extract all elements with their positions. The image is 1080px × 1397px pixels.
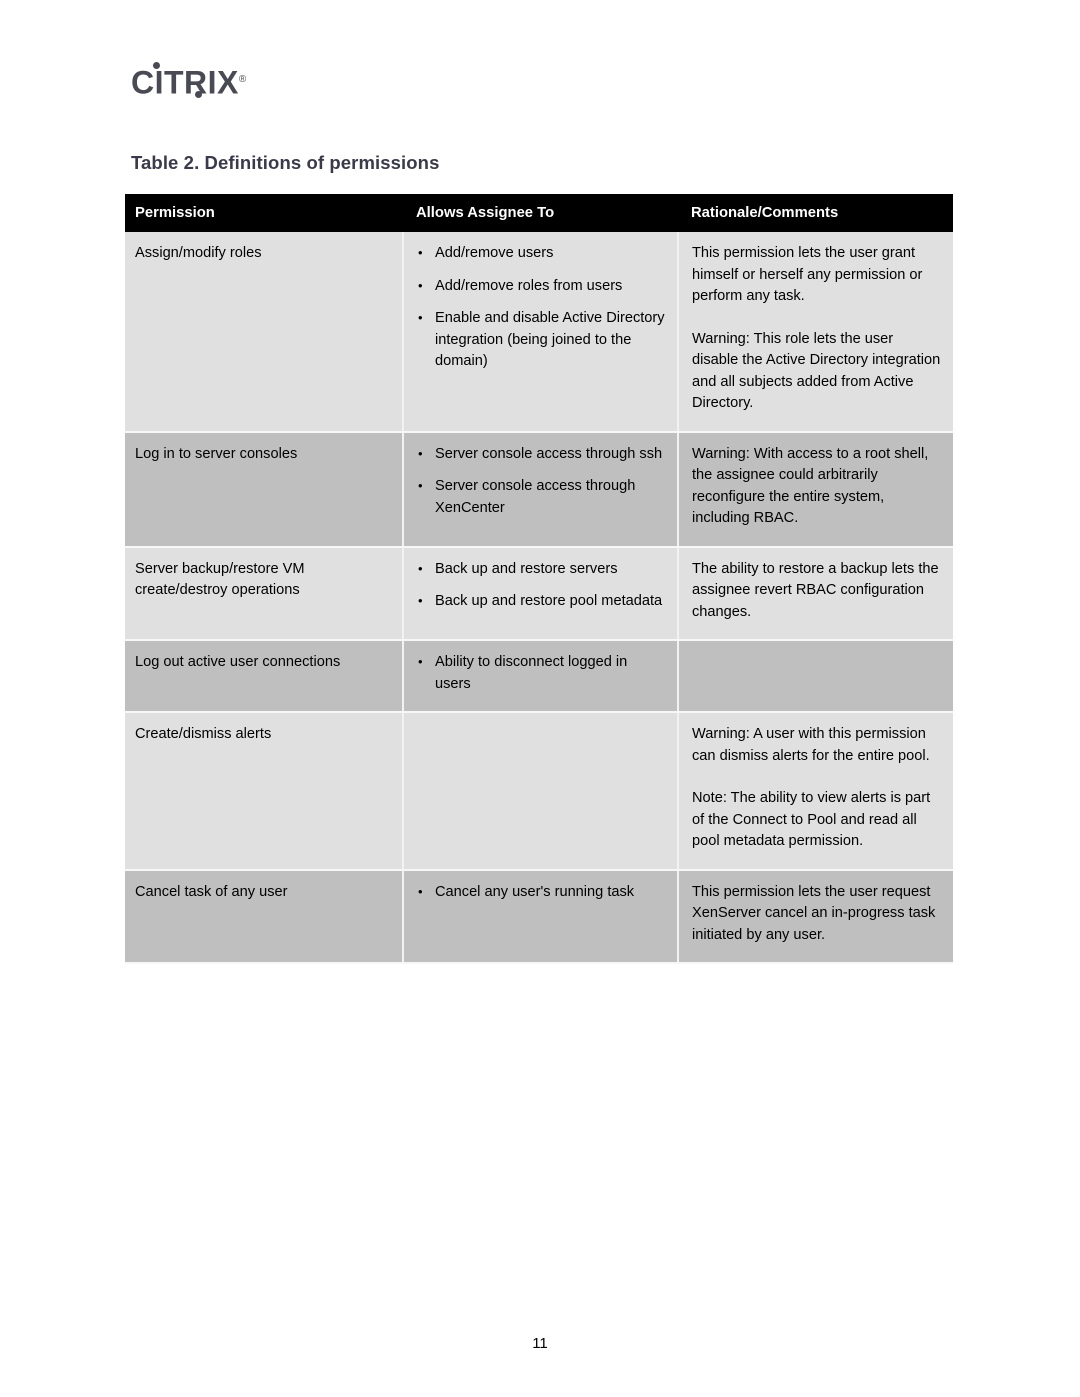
permission-label: Assign/modify roles <box>135 245 262 261</box>
cell-permission: Assign/modify roles <box>125 232 404 433</box>
cell-rationale-comments: This permission lets the user request Xe… <box>678 869 953 964</box>
list-item: Server console access through ssh <box>417 443 665 466</box>
citrix-logo-r-dot-icon <box>195 91 202 98</box>
cell-rationale-comments: The ability to restore a backup lets the… <box>678 546 953 641</box>
registered-trademark-mark: ® <box>238 74 247 85</box>
table-body: Assign/modify rolesAdd/remove usersAdd/r… <box>125 232 953 964</box>
rationale-paragraph: Note: The ability to view alerts is part… <box>692 790 931 849</box>
allows-list: Add/remove users Add/remove roles from us… <box>417 242 665 373</box>
table-caption: Table 2. Definitions of permissions <box>131 152 440 173</box>
cell-permission: Cancel task of any user <box>125 869 404 964</box>
cell-permission: Server backup/restore VM create/destroy … <box>125 546 404 641</box>
permissions-table: Permission Allows Assignee To Rationale/… <box>125 194 953 964</box>
table-row: Server backup/restore VM create/destroy … <box>125 546 953 641</box>
list-item: Add/remove roles from users <box>417 275 665 298</box>
rationale-paragraph: This permission lets the user grant hims… <box>692 245 923 304</box>
allows-list: Cancel any user's running task <box>417 881 665 904</box>
cell-rationale-comments: Warning: A user with this permission can… <box>678 712 953 871</box>
column-header-rationale-comments: Rationale/Comments <box>678 194 953 232</box>
citrix-logo-text: CITRIX <box>131 64 239 101</box>
permission-label: Log out active user connections <box>135 654 341 670</box>
citrix-logo: CITRIX® <box>131 60 391 110</box>
allows-list: Back up and restore servers Back up and r… <box>417 558 665 613</box>
allows-list: Ability to disconnect logged in users <box>417 651 665 695</box>
table-header-row: Permission Allows Assignee To Rationale/… <box>125 194 953 232</box>
allows-list: Server console access through ssh Server … <box>417 443 665 520</box>
cell-permission: Log in to server consoles <box>125 431 404 548</box>
rationale-paragraph: Warning: With access to a root shell, th… <box>692 445 929 527</box>
rationale-paragraph: This permission lets the user request Xe… <box>692 883 936 943</box>
table-row: Cancel task of any user Cancel any user's… <box>125 869 953 964</box>
list-item: Server console access through XenCenter <box>417 475 665 519</box>
permission-label: Server backup/restore VM create/destroy … <box>135 560 305 599</box>
permission-label: Log in to server consoles <box>135 445 298 462</box>
cell-rationale-comments: This permission lets the user grant hims… <box>678 232 953 433</box>
rationale-paragraph: Warning: A user with this permission can… <box>692 726 930 764</box>
table-row: Create/dismiss alerts Warning: A user wit… <box>125 712 953 871</box>
rationale-paragraph: Warning: This role lets the user disable… <box>692 330 941 412</box>
cell-permission: Create/dismiss alerts <box>125 712 404 871</box>
permission-label: Cancel task of any user <box>135 883 288 900</box>
cell-allows-assignee-to: Server console access through ssh Server … <box>403 431 679 548</box>
permission-label: Create/dismiss alerts <box>135 726 272 742</box>
cell-rationale-comments: Warning: With access to a root shell, th… <box>678 431 953 548</box>
cell-permission: Log out active user connections <box>125 640 404 713</box>
cell-rationale-comments <box>678 640 953 713</box>
cell-allows-assignee-to: Back up and restore servers Back up and r… <box>403 546 679 641</box>
table-header: Permission Allows Assignee To Rationale/… <box>125 194 953 232</box>
column-header-permission: Permission <box>125 194 403 232</box>
list-item: Back up and restore pool metadata <box>417 590 665 613</box>
cell-allows-assignee-to <box>403 712 679 871</box>
rationale-paragraph: The ability to restore a backup lets the… <box>692 560 939 620</box>
list-item: Cancel any user's running task <box>417 881 665 904</box>
page-number: 11 <box>532 1335 548 1352</box>
cell-allows-assignee-to: Add/remove users Add/remove roles from us… <box>403 232 679 433</box>
citrix-logo-i-dot-icon <box>153 62 160 69</box>
table-row: Log out active user connections Ability t… <box>125 640 953 713</box>
list-item: Add/remove users <box>417 242 665 265</box>
cell-allows-assignee-to: Cancel any user's running task <box>403 869 679 964</box>
table-row: Assign/modify rolesAdd/remove usersAdd/r… <box>125 232 953 433</box>
citrix-logo-wordmark: CITRIX® <box>131 60 247 103</box>
column-header-allows-assignee-to: Allows Assignee To <box>403 194 678 232</box>
cell-allows-assignee-to: Ability to disconnect logged in users <box>403 640 679 713</box>
list-item: Ability to disconnect logged in users <box>417 651 665 695</box>
list-item: Back up and restore servers <box>417 558 665 581</box>
table-row: Log in to server consoles Server console … <box>125 431 953 548</box>
list-item: Enable and disable Active Directory inte… <box>417 307 665 373</box>
